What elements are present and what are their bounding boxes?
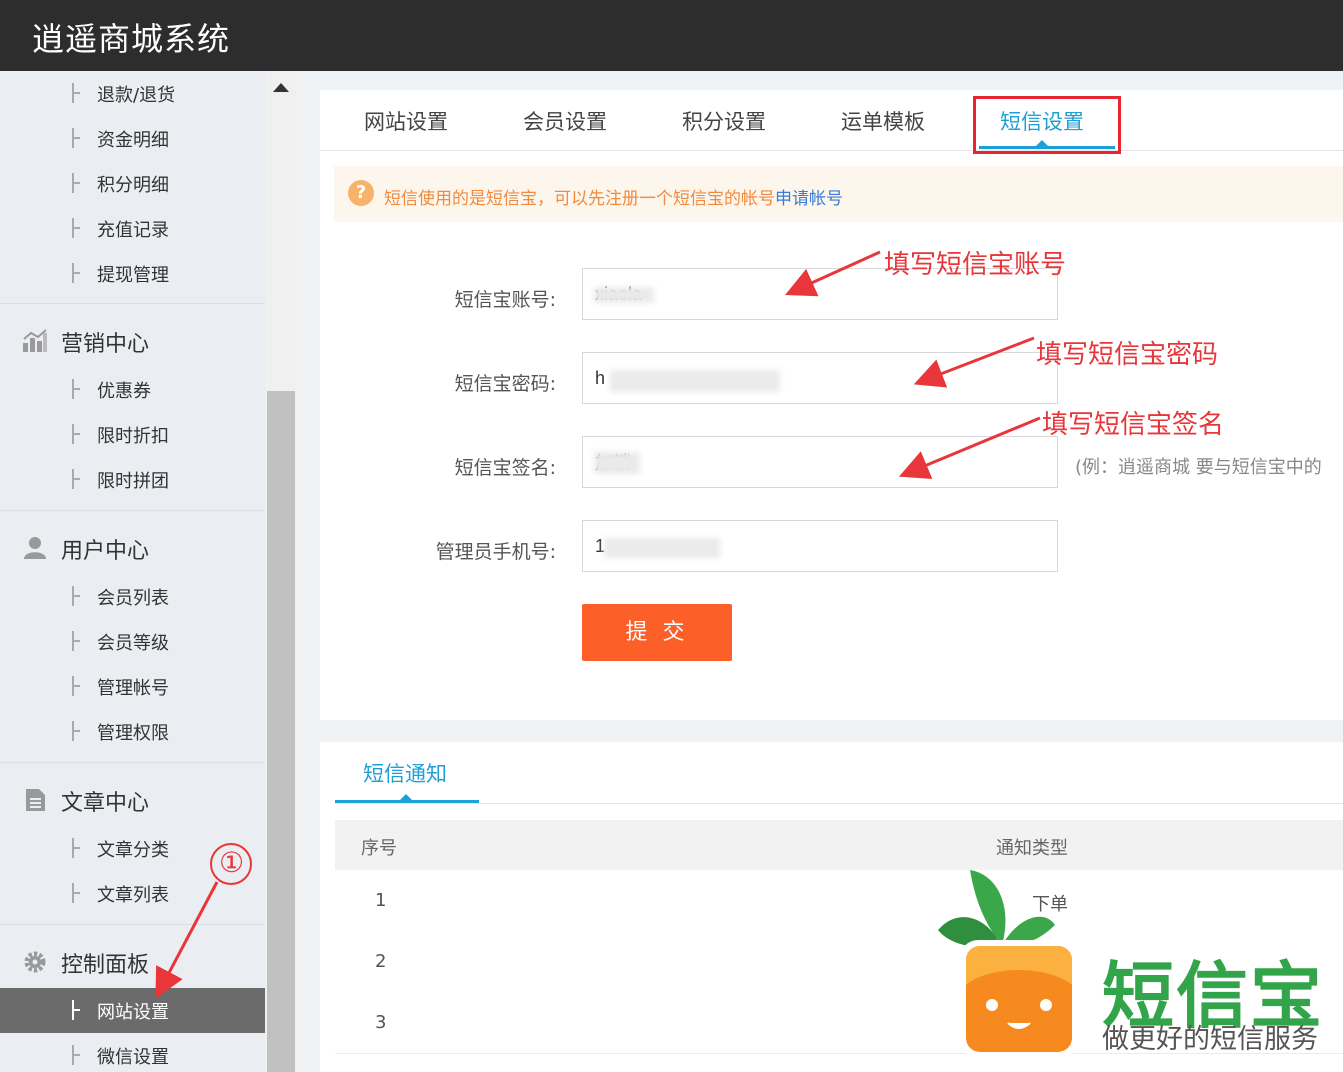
sidebar-item-members[interactable]: 会员列表: [0, 574, 265, 619]
tree-line-icon: [72, 721, 82, 741]
tab-sms-notifications[interactable]: 短信通知: [363, 758, 447, 788]
sidebar-item-refund[interactable]: 退款/退货: [0, 71, 265, 116]
annotation-password: 填写短信宝密码: [1036, 340, 1219, 370]
sidebar-section-users[interactable]: 用户中心: [0, 518, 265, 578]
sidebar-item-groupbuy[interactable]: 限时拼团: [0, 457, 265, 502]
sidebar-scrollbar[interactable]: [265, 71, 297, 1072]
tree-line-icon: [72, 83, 82, 103]
sidebar-item-funds[interactable]: 资金明细: [0, 116, 265, 161]
redaction-blur: [604, 538, 720, 558]
sidebar-item-admin-accounts[interactable]: 管理帐号: [0, 664, 265, 709]
sidebar-item-discount[interactable]: 限时折扣: [0, 412, 265, 457]
row-index: 2: [375, 951, 387, 972]
tree-line-icon: [72, 469, 82, 489]
sidebar-item-wechat-settings[interactable]: 微信设置: [0, 1033, 265, 1072]
notice-text: 短信使用的是短信宝，可以先注册一个短信宝的帐号申请帐号: [384, 189, 843, 209]
sidebar-item-coupon[interactable]: 优惠券: [0, 367, 265, 412]
tree-line-icon: [72, 676, 82, 696]
annotation-step-number: ①: [219, 846, 245, 879]
tree-line-icon: [72, 173, 82, 193]
tab-member-settings[interactable]: 会员设置: [523, 106, 607, 136]
watermark-slogan: 做更好的短信服务: [1102, 1024, 1318, 1055]
tree-line-icon: [72, 586, 82, 606]
sidebar-item-withdraw[interactable]: 提现管理: [0, 251, 265, 296]
tabs-divider: [320, 150, 1343, 151]
annotation-account: 填写短信宝账号: [884, 250, 1067, 280]
column-header-type: 通知类型: [996, 838, 1068, 859]
tab-highlight-box: [973, 96, 1121, 154]
sidebar-section-control-panel[interactable]: 控制面板: [0, 932, 265, 992]
column-header-index: 序号: [361, 838, 397, 859]
row-index: 1: [375, 890, 387, 911]
sidebar-divider: [0, 303, 265, 304]
sidebar-section-articles[interactable]: 文章中心: [0, 770, 265, 830]
apply-account-link[interactable]: 申请帐号: [775, 189, 843, 209]
sidebar-item-points[interactable]: 积分明细: [0, 161, 265, 206]
top-bar: 逍遥商城系统: [0, 0, 1343, 71]
redaction-blur: [594, 452, 640, 474]
question-icon: ?: [348, 180, 374, 206]
tree-line-icon: [72, 218, 82, 238]
sms-signature-input[interactable]: [582, 436, 1058, 488]
document-icon: [26, 789, 45, 811]
tree-line-icon: [72, 631, 82, 651]
tabs-divider: [335, 803, 1343, 804]
user-icon: [24, 537, 46, 559]
sidebar: 退款/退货 资金明细 积分明细 充值记录 提现管理 营销中心 优惠券 限时折扣 …: [0, 71, 265, 1072]
sms-bao-watermark: 短信宝 做更好的短信服务: [930, 865, 1343, 1065]
row-index: 3: [375, 1012, 387, 1033]
tab-waybill-template[interactable]: 运单模板: [841, 106, 925, 136]
carrot-logo-icon: [938, 870, 1078, 1058]
password-label: 短信宝密码:: [454, 373, 556, 395]
active-tab-caret-icon: [400, 794, 412, 800]
tab-points-settings[interactable]: 积分设置: [682, 106, 766, 136]
sidebar-section-marketing[interactable]: 营销中心: [0, 311, 265, 371]
tree-line-icon: [72, 128, 82, 148]
sidebar-divider: [0, 924, 265, 925]
tree-line-icon: [72, 838, 82, 858]
tree-line-icon: [72, 883, 82, 903]
gear-icon: [24, 951, 46, 973]
account-label: 短信宝账号:: [454, 289, 556, 311]
scroll-up-arrow-icon[interactable]: [273, 83, 289, 92]
signature-label: 短信宝签名:: [454, 457, 556, 479]
tree-line-icon: [72, 1000, 82, 1020]
redaction-blur: [594, 287, 654, 303]
chart-icon: [23, 329, 47, 352]
tree-line-icon: [72, 424, 82, 444]
scrollbar-thumb[interactable]: [267, 391, 295, 1072]
sidebar-item-site-settings[interactable]: 网站设置: [0, 988, 265, 1033]
app-title: 逍遥商城系统: [32, 20, 231, 58]
sidebar-divider: [0, 762, 265, 763]
notice-bar: ? 短信使用的是短信宝，可以先注册一个短信宝的帐号申请帐号: [334, 166, 1343, 222]
sidebar-item-member-levels[interactable]: 会员等级: [0, 619, 265, 664]
redaction-blur: [610, 370, 780, 392]
tree-line-icon: [72, 263, 82, 283]
annotation-signature: 填写短信宝签名: [1042, 410, 1225, 440]
table-header: 序号 通知类型: [335, 820, 1343, 870]
sidebar-item-permissions[interactable]: 管理权限: [0, 709, 265, 754]
tree-line-icon: [72, 379, 82, 399]
tab-site-settings[interactable]: 网站设置: [364, 106, 448, 136]
phone-label: 管理员手机号:: [435, 541, 556, 563]
tree-line-icon: [72, 1045, 82, 1065]
signature-hint: (例：逍遥商城 要与短信宝中的: [1075, 457, 1322, 478]
sidebar-item-recharge[interactable]: 充值记录: [0, 206, 265, 251]
sidebar-divider: [0, 510, 265, 511]
submit-button[interactable]: 提 交: [582, 604, 732, 661]
active-tab-underline: [335, 800, 479, 803]
